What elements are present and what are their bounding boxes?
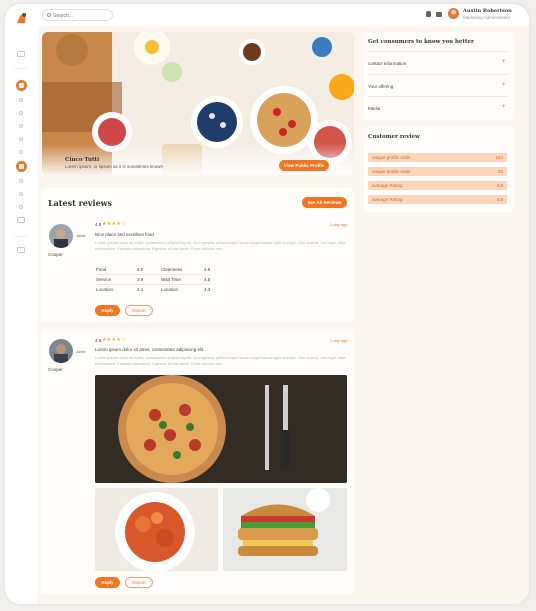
consumers-card <box>364 32 514 120</box>
reviews-icon[interactable] <box>16 161 27 172</box>
nav-icon-7[interactable] <box>19 192 23 196</box>
stat-label: unique profile visits <box>372 155 411 160</box>
add-icon[interactable]: + <box>502 104 506 110</box>
score-label: Cleanness <box>161 267 183 272</box>
review-time: 1 day ago <box>330 222 348 227</box>
media-link[interactable]: Media <box>368 106 380 111</box>
settings-icon[interactable] <box>17 247 25 253</box>
review-time: 1 day ago <box>330 338 348 343</box>
score-label: Service <box>96 277 112 282</box>
score-value: 4.2 <box>137 287 144 292</box>
search-input[interactable] <box>53 11 111 20</box>
customer-review-title: Customer review <box>368 134 420 140</box>
nav-icon-3[interactable] <box>19 124 23 128</box>
reviewer-tag: Jonie <box>76 349 86 354</box>
restaurant-tagline: Lorem ipsum, or lipsum as it is sometime… <box>65 164 164 169</box>
chat-icon[interactable] <box>17 217 25 223</box>
reply-button[interactable]: Reply <box>95 577 120 588</box>
score-value: 4.3 <box>204 287 211 292</box>
divider <box>368 96 508 97</box>
nav-icon-1[interactable] <box>19 98 23 102</box>
score-label: Location <box>96 287 114 292</box>
score-label: Location <box>161 287 179 292</box>
user-name: Austin Robertson <box>463 8 512 14</box>
nav-icon-5[interactable] <box>19 150 23 154</box>
divider <box>15 68 28 69</box>
see-all-reviews-button[interactable]: See All Reviews <box>302 197 347 208</box>
reviewer-tag: Jonie <box>76 233 86 238</box>
user-avatar[interactable] <box>448 8 459 19</box>
review-headline: Nice place and excellent food <box>95 232 154 237</box>
hero-banner: Cinco Tutti Lorem ipsum, or lipsum as it… <box>42 32 354 175</box>
divider <box>368 74 508 75</box>
rating-value: 4.8 <box>95 222 102 227</box>
review-body: Lorem ipsum dolor sit amet, consectetur … <box>95 355 346 366</box>
reviewer-name: Cooper <box>48 367 63 372</box>
rating-stars: ★★★★☆ <box>102 337 126 343</box>
your-offering-link[interactable]: Your offering <box>368 84 393 89</box>
stat-label: average Rating <box>372 197 403 202</box>
stat-value: 22 <box>497 169 503 174</box>
stat-label: unique profile visits <box>372 169 411 174</box>
contact-info-link[interactable]: contact Information <box>368 61 406 66</box>
report-button[interactable]: Report <box>125 577 153 588</box>
divider <box>96 274 211 275</box>
topbar: Austin Robertson Marketing Administrator <box>38 4 529 26</box>
score-value: 4.0 <box>137 267 144 272</box>
nav-icon-6[interactable] <box>19 179 23 183</box>
mail-icon[interactable] <box>436 12 442 17</box>
stat-row: unique profile visits 224 <box>368 153 507 162</box>
score-label: Wait Time <box>161 277 181 282</box>
score-value: 4.8 <box>204 277 211 282</box>
stat-value: 4.8 <box>496 197 503 202</box>
search-box[interactable] <box>42 9 113 21</box>
score-value: 3.9 <box>137 277 144 282</box>
reviewer-name: Cooper <box>48 252 63 257</box>
sidebar <box>5 4 38 604</box>
divider <box>15 236 28 237</box>
pasta-photo[interactable] <box>95 488 218 571</box>
latest-reviews-card <box>41 188 354 322</box>
rating-stars: ★★★★☆ <box>102 221 126 227</box>
divider <box>368 51 508 52</box>
search-icon <box>47 13 51 17</box>
consumers-title: Get consumers to know you better <box>368 39 474 45</box>
pizza-photo[interactable] <box>95 375 347 483</box>
stat-row: average Rating 4.8 <box>368 195 507 204</box>
score-label: Food <box>96 267 107 272</box>
rating-value: 4.6 <box>95 338 102 343</box>
review-body: Lorem ipsum dolor sit amet, consectetur … <box>95 240 346 251</box>
score-value: 4.8 <box>204 267 211 272</box>
user-role: Marketing Administrator <box>463 15 511 20</box>
add-icon[interactable]: + <box>502 59 506 65</box>
add-icon[interactable]: + <box>502 82 506 88</box>
latest-reviews-title: Latest reviews <box>48 198 113 208</box>
view-profile-button[interactable]: View Public Profile <box>279 160 329 171</box>
bell-icon[interactable] <box>426 11 431 17</box>
sandwich-photo[interactable] <box>223 488 347 571</box>
stat-value: 224 <box>495 155 503 160</box>
reviewer-avatar <box>49 224 73 248</box>
review-headline: Lorem ipsum dolor sit amet, consectetur … <box>95 347 205 352</box>
logo-icon[interactable] <box>15 11 29 25</box>
home-icon[interactable] <box>16 80 27 91</box>
stat-label: average Rating <box>372 183 403 188</box>
dashboard-icon[interactable] <box>17 51 25 57</box>
nav-icon-4[interactable] <box>19 137 23 141</box>
divider <box>96 284 211 285</box>
restaurant-name: Cinco Tutti <box>65 157 100 163</box>
report-button[interactable]: Report <box>125 305 153 316</box>
nav-icon-2[interactable] <box>19 111 23 115</box>
reviewer-avatar <box>49 339 73 363</box>
reply-button[interactable]: Reply <box>95 305 120 316</box>
nav-icon-8[interactable] <box>19 205 23 209</box>
stat-value: 4.8 <box>496 183 503 188</box>
stat-row: average Rating 4.8 <box>368 181 507 190</box>
stat-row: unique profile visits 22 <box>368 167 507 176</box>
